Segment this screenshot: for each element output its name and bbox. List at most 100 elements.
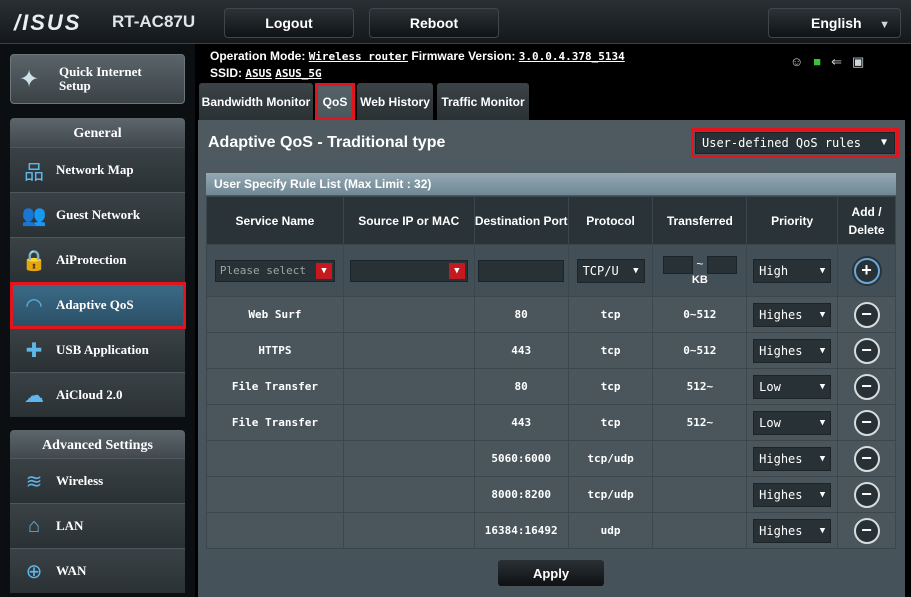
port-cell: 16384:16492	[473, 512, 569, 549]
clients-icon[interactable]: ☺	[790, 54, 813, 69]
service-name-cell	[206, 440, 344, 477]
delete-rule-button[interactable]: −	[853, 481, 880, 508]
reboot-button[interactable]: Reboot	[369, 8, 499, 38]
tab-traffic-monitor[interactable]: Traffic Monitor	[437, 83, 529, 120]
sidebar-item-network-map[interactable]: 品 Network Map	[10, 147, 185, 192]
delete-cell: −	[837, 440, 896, 477]
source-cell	[342, 368, 475, 405]
transferred-unit: KB	[691, 273, 708, 286]
globe-icon: ⊕	[25, 560, 43, 583]
service-name-placeholder: Please select	[219, 263, 307, 277]
add-rule-button[interactable]: +	[853, 257, 880, 284]
sidebar-item-wireless[interactable]: ≋ Wireless	[10, 458, 185, 503]
priority-select[interactable]: Highes ▼	[753, 338, 832, 363]
delete-rule-button[interactable]: −	[853, 337, 880, 364]
protocol-value: TCP/U	[582, 263, 619, 278]
puzzle-icon: ✚	[25, 339, 43, 362]
sidebar-item-usb-application[interactable]: ✚ USB Application	[10, 327, 185, 372]
priority-cell: Highes ▼	[746, 332, 839, 369]
transferred-cell	[652, 512, 748, 549]
sidebar-item-guest-network[interactable]: 👥 Guest Network	[10, 192, 185, 237]
port-cell: 80	[473, 368, 569, 405]
table-row: 8000:8200 tcp/udp Highes ▼ −	[206, 476, 896, 513]
delete-rule-button[interactable]: −	[853, 409, 880, 436]
sidebar-item-label: WAN	[56, 563, 87, 578]
chevron-down-icon: ▼	[819, 345, 826, 356]
sidebar-item-wan[interactable]: ⊕ WAN	[10, 548, 185, 593]
delete-rule-button[interactable]: −	[853, 517, 880, 544]
source-ip-select[interactable]: ▼	[349, 259, 468, 282]
priority-select[interactable]: Highes ▼	[753, 518, 832, 543]
usb-icon[interactable]: ⇐	[831, 54, 852, 69]
column-header: Add / Delete	[837, 196, 896, 245]
table-row: 5060:6000 tcp/udp Highes ▼ −	[206, 440, 896, 477]
model-name: RT-AC87U	[112, 12, 196, 31]
table-row: File Transfer 80 tcp 512~ Low ▼ −	[206, 368, 896, 405]
priority-select[interactable]: Low ▼	[753, 374, 832, 399]
delete-cell: −	[837, 404, 896, 441]
tab-bandwidth-monitor[interactable]: Bandwidth Monitor	[199, 83, 313, 120]
firmware-link[interactable]: 3.0.0.4.378_5134	[519, 50, 625, 63]
qos-content-panel: Adaptive QoS - Traditional type User-def…	[198, 120, 905, 597]
ssid-link-2[interactable]: ASUS_5G	[275, 67, 321, 80]
protocol-cell: TCP/U ▼	[567, 244, 654, 297]
source-cell	[342, 404, 475, 441]
mode-select-highlight	[691, 128, 899, 158]
delete-rule-button[interactable]: −	[853, 373, 880, 400]
tab-web-history[interactable]: Web History	[357, 83, 433, 120]
destination-port-input[interactable]	[478, 259, 565, 282]
priority-cell: Highes ▼	[746, 440, 839, 477]
table-row: File Transfer 443 tcp 512~ Low ▼ −	[206, 404, 896, 441]
delete-rule-button[interactable]: −	[853, 301, 880, 328]
home-icon: ⌂	[27, 514, 41, 537]
sidebar-item-aiprotection[interactable]: 🔒 AiProtection	[10, 237, 185, 282]
priority-select[interactable]: Low ▼	[753, 410, 832, 435]
quick-internet-setup-button[interactable]: ✦ Quick Internet Setup	[10, 54, 185, 104]
priority-select[interactable]: Highes ▼	[753, 482, 832, 507]
new-rule-row: Please select ▼ ▼ TCP/U ▼ ~ KB High ▼ +	[206, 244, 896, 297]
ssid-link-1[interactable]: ASUS	[245, 67, 272, 80]
wifi-icon: ≋	[25, 470, 43, 493]
priority-cell: Low ▼	[746, 404, 839, 441]
language-select[interactable]: English ▼	[768, 8, 901, 38]
printer-icon[interactable]: ▣	[852, 54, 874, 69]
transferred-separator: ~	[696, 256, 704, 271]
column-header: Destination Port	[473, 196, 569, 245]
delete-rule-button[interactable]: −	[853, 445, 880, 472]
transferred-min-input[interactable]	[663, 255, 693, 274]
general-section-header: General	[10, 118, 185, 150]
protocol-select[interactable]: TCP/U ▼	[576, 258, 645, 283]
status-icons: ☺■⇐▣	[790, 54, 874, 70]
transferred-cell	[652, 476, 748, 513]
apply-button[interactable]: Apply	[497, 559, 605, 587]
priority-select[interactable]: Highes ▼	[753, 302, 832, 327]
rule-table: Service Name Source IP or MAC Destinatio…	[206, 196, 896, 549]
transferred-max-input[interactable]	[706, 255, 737, 274]
table-header-row: Service Name Source IP or MAC Destinatio…	[206, 196, 896, 245]
asus-logo: /ISUS	[14, 10, 82, 35]
service-name-select[interactable]: Please select ▼	[214, 259, 335, 282]
rule-list-title: User Specify Rule List (Max Limit : 32)	[206, 173, 896, 195]
sidebar-item-label: Guest Network	[56, 207, 141, 222]
logout-button[interactable]: Logout	[224, 8, 354, 38]
network-status-icon[interactable]: ■	[813, 54, 831, 69]
column-header: Protocol	[567, 196, 654, 245]
delete-cell: −	[837, 296, 896, 333]
transferred-cell	[652, 440, 748, 477]
sidebar-item-lan[interactable]: ⌂ LAN	[10, 503, 185, 548]
service-name-cell: HTTPS	[206, 332, 344, 369]
magic-wand-icon: ✦	[19, 66, 40, 93]
sidebar-item-aicloud[interactable]: ☁ AiCloud 2.0	[10, 372, 185, 417]
protocol-cell: tcp	[567, 368, 654, 405]
status-bar: Operation Mode: Wireless router Firmware…	[210, 48, 625, 82]
chevron-down-icon: ▼	[819, 309, 826, 320]
port-cell: 443	[473, 404, 569, 441]
minus-icon: −	[861, 375, 872, 396]
cloud-icon: ☁	[24, 384, 44, 407]
priority-select[interactable]: Highes ▼	[753, 446, 832, 471]
service-name-cell: File Transfer	[206, 404, 344, 441]
operation-mode-link[interactable]: Wireless router	[309, 50, 408, 63]
priority-select[interactable]: High ▼	[753, 258, 832, 283]
chevron-down-icon: ▼	[819, 525, 826, 536]
source-cell	[342, 440, 475, 477]
